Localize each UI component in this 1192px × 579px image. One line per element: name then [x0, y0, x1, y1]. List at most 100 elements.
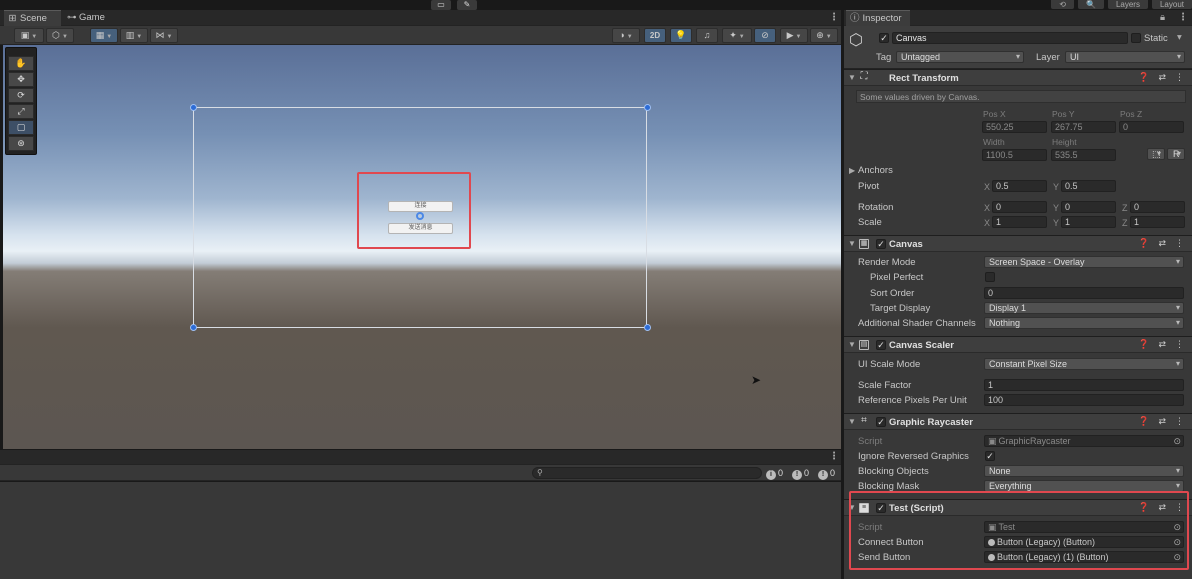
log-counter[interactable]: i0	[766, 467, 783, 480]
render-mode-dropdown[interactable]: Screen Space - Overlay	[984, 256, 1184, 268]
tab-inspector[interactable]: ⓘ Inspector	[846, 10, 910, 26]
tab-scene[interactable]: ⊞ Scene	[4, 10, 61, 26]
canvas-component-header[interactable]: ▼ ▦ ✓ Canvas ❓ ⇄ ⋮	[844, 235, 1192, 252]
pos-z-field[interactable]: 0	[1119, 121, 1184, 133]
anchors-fold-icon[interactable]: ▶	[849, 166, 855, 175]
blocking-mask-dropdown[interactable]: Everything	[984, 480, 1184, 492]
increment-snap-dropdown[interactable]: ⋈ ▼	[150, 28, 178, 43]
rotation-z-field[interactable]: 0	[1130, 201, 1185, 213]
console-search-input[interactable]: ⚲	[532, 467, 762, 479]
scale-z-field[interactable]: 1	[1130, 216, 1185, 228]
presets-icon[interactable]: ⇄	[1158, 72, 1166, 83]
error-counter[interactable]: ! 0	[818, 467, 835, 480]
rotate-tool[interactable]: ⟳	[8, 88, 34, 103]
history-button[interactable]: ⟲	[1051, 0, 1074, 9]
canvas-handle-top-left[interactable]	[190, 104, 197, 111]
component-menu-icon[interactable]: ⋮	[1175, 339, 1184, 350]
canvas-enabled-checkbox[interactable]: ✓	[876, 239, 886, 249]
height-field[interactable]: 535.5	[1051, 149, 1116, 161]
help-icon[interactable]: ❓	[1138, 72, 1149, 83]
fold-arrow-icon[interactable]: ▼	[848, 340, 856, 349]
pivot-y-field[interactable]: 0.5	[1061, 180, 1116, 192]
console-menu-icon[interactable]: ⋮	[829, 451, 839, 462]
gizmo-grid-dropdown[interactable]: ▦ ▼	[90, 28, 118, 43]
static-dropdown-icon[interactable]: ▾	[1177, 32, 1182, 43]
pivot-gizmo[interactable]	[416, 212, 424, 220]
ignore-reversed-checkbox[interactable]: ✓	[985, 451, 995, 461]
presets-icon[interactable]: ⇄	[1158, 339, 1166, 350]
test-script-header[interactable]: ▼ ≡ ✓ Test (Script) ❓ ⇄ ⋮	[844, 499, 1192, 516]
move-tool[interactable]: ✥	[8, 72, 34, 87]
cube-view-dropdown[interactable]: ⬡ ▼	[46, 28, 74, 43]
2d-toggle[interactable]: 2D	[644, 28, 666, 43]
canvas-scaler-enabled-checkbox[interactable]: ✓	[876, 340, 886, 350]
blocking-objects-dropdown[interactable]: None	[984, 465, 1184, 477]
width-field[interactable]: 1100.5	[982, 149, 1047, 161]
help-icon[interactable]: ❓	[1138, 238, 1149, 249]
layers-dropdown[interactable]: Layers	[1107, 0, 1148, 9]
layer-dropdown[interactable]: UI	[1065, 51, 1185, 63]
canvas-handle-top-right[interactable]	[644, 104, 651, 111]
gameobject-name-field[interactable]: Canvas	[892, 32, 1128, 44]
anchors-label[interactable]: Anchors	[858, 165, 893, 176]
hidden-objects-toggle[interactable]: ⊘	[754, 28, 776, 43]
raw-edit-button[interactable]: R	[1167, 148, 1185, 160]
test-script-enabled-checkbox[interactable]: ✓	[876, 503, 886, 513]
lock-icon[interactable]: 🔒︎	[1160, 12, 1165, 23]
connect-ui-button[interactable]: 连接	[388, 201, 453, 212]
pixel-perfect-checkbox[interactable]	[985, 272, 995, 282]
camera-dropdown[interactable]: ▶ ▼	[780, 28, 808, 43]
lighting-toggle[interactable]: 💡	[670, 28, 692, 43]
rotation-x-field[interactable]: 0	[992, 201, 1047, 213]
scene-viewport[interactable]: ✋ ✥ ⟳ ⤢ ▢ ⊛ 连接 发送消息 ➤	[3, 45, 841, 449]
warning-counter[interactable]: ! 0	[792, 467, 809, 480]
tab-game[interactable]: ⊶ Game	[63, 10, 115, 26]
static-checkbox[interactable]	[1131, 33, 1141, 43]
graphic-raycaster-header[interactable]: ▼ ⌗ ✓ Graphic Raycaster ❓ ⇄ ⋮	[844, 413, 1192, 430]
hand-tool[interactable]: ✋	[8, 56, 34, 71]
component-menu-icon[interactable]: ⋮	[1175, 238, 1184, 249]
active-checkbox[interactable]: ✓	[879, 33, 889, 43]
snap-grid-dropdown[interactable]: ▥ ▼	[120, 28, 148, 43]
scale-x-field[interactable]: 1	[992, 216, 1047, 228]
transform-tool[interactable]: ⊛	[8, 136, 34, 151]
connect-button-field[interactable]: Button (Legacy) (Button)	[984, 536, 1184, 548]
component-menu-icon[interactable]: ⋮	[1175, 416, 1184, 427]
pos-y-field[interactable]: 267.75	[1051, 121, 1116, 133]
canvas-handle-bottom-left[interactable]	[190, 324, 197, 331]
fold-arrow-icon[interactable]: ▼	[848, 73, 856, 82]
presets-icon[interactable]: ⇄	[1158, 502, 1166, 513]
component-menu-icon[interactable]: ⋮	[1175, 502, 1184, 513]
send-ui-button[interactable]: 发送消息	[388, 223, 453, 234]
scale-tool[interactable]: ⤢	[8, 104, 34, 119]
pen-edit-icon[interactable]: ✎	[457, 0, 477, 10]
canvas-scaler-header[interactable]: ▼ ▤ ✓ Canvas Scaler ❓ ⇄ ⋮	[844, 336, 1192, 353]
ui-scale-mode-dropdown[interactable]: Constant Pixel Size	[984, 358, 1184, 370]
inspector-menu-icon[interactable]: ⋮	[1178, 12, 1188, 23]
help-icon[interactable]: ❓	[1138, 502, 1149, 513]
gizmos-dropdown[interactable]: ⊕ ▼	[810, 28, 838, 43]
shading-mode-dropdown[interactable]: ◑ ▼	[612, 28, 640, 43]
target-display-dropdown[interactable]: Display 1	[984, 302, 1184, 314]
audio-toggle[interactable]: ♫	[696, 28, 718, 43]
draw-mode-dropdown[interactable]: ▣ ▼	[14, 28, 44, 43]
blueprint-mode-button[interactable]: ⬚	[1147, 148, 1165, 160]
fold-arrow-icon[interactable]: ▼	[848, 503, 856, 512]
search-button[interactable]: 🔍	[1077, 0, 1104, 9]
help-icon[interactable]: ❓	[1138, 416, 1149, 427]
rect-tool[interactable]: ▢	[8, 120, 34, 135]
pos-x-field[interactable]: 550.25	[982, 121, 1047, 133]
sort-order-field[interactable]: 0	[984, 287, 1184, 299]
raycaster-enabled-checkbox[interactable]: ✓	[876, 417, 886, 427]
fold-arrow-icon[interactable]: ▼	[848, 239, 856, 248]
scale-y-field[interactable]: 1	[1061, 216, 1116, 228]
fold-arrow-icon[interactable]: ▼	[848, 417, 856, 426]
rotation-y-field[interactable]: 0	[1061, 201, 1116, 213]
effects-dropdown[interactable]: ✦ ▼	[722, 28, 752, 43]
layout-dropdown[interactable]: Layout	[1151, 0, 1192, 9]
rect-tool-icon[interactable]: ▭	[431, 0, 451, 10]
scale-factor-field[interactable]: 1	[984, 379, 1184, 391]
canvas-handle-bottom-right[interactable]	[644, 324, 651, 331]
help-icon[interactable]: ❓	[1138, 339, 1149, 350]
ref-ppu-field[interactable]: 100	[984, 394, 1184, 406]
